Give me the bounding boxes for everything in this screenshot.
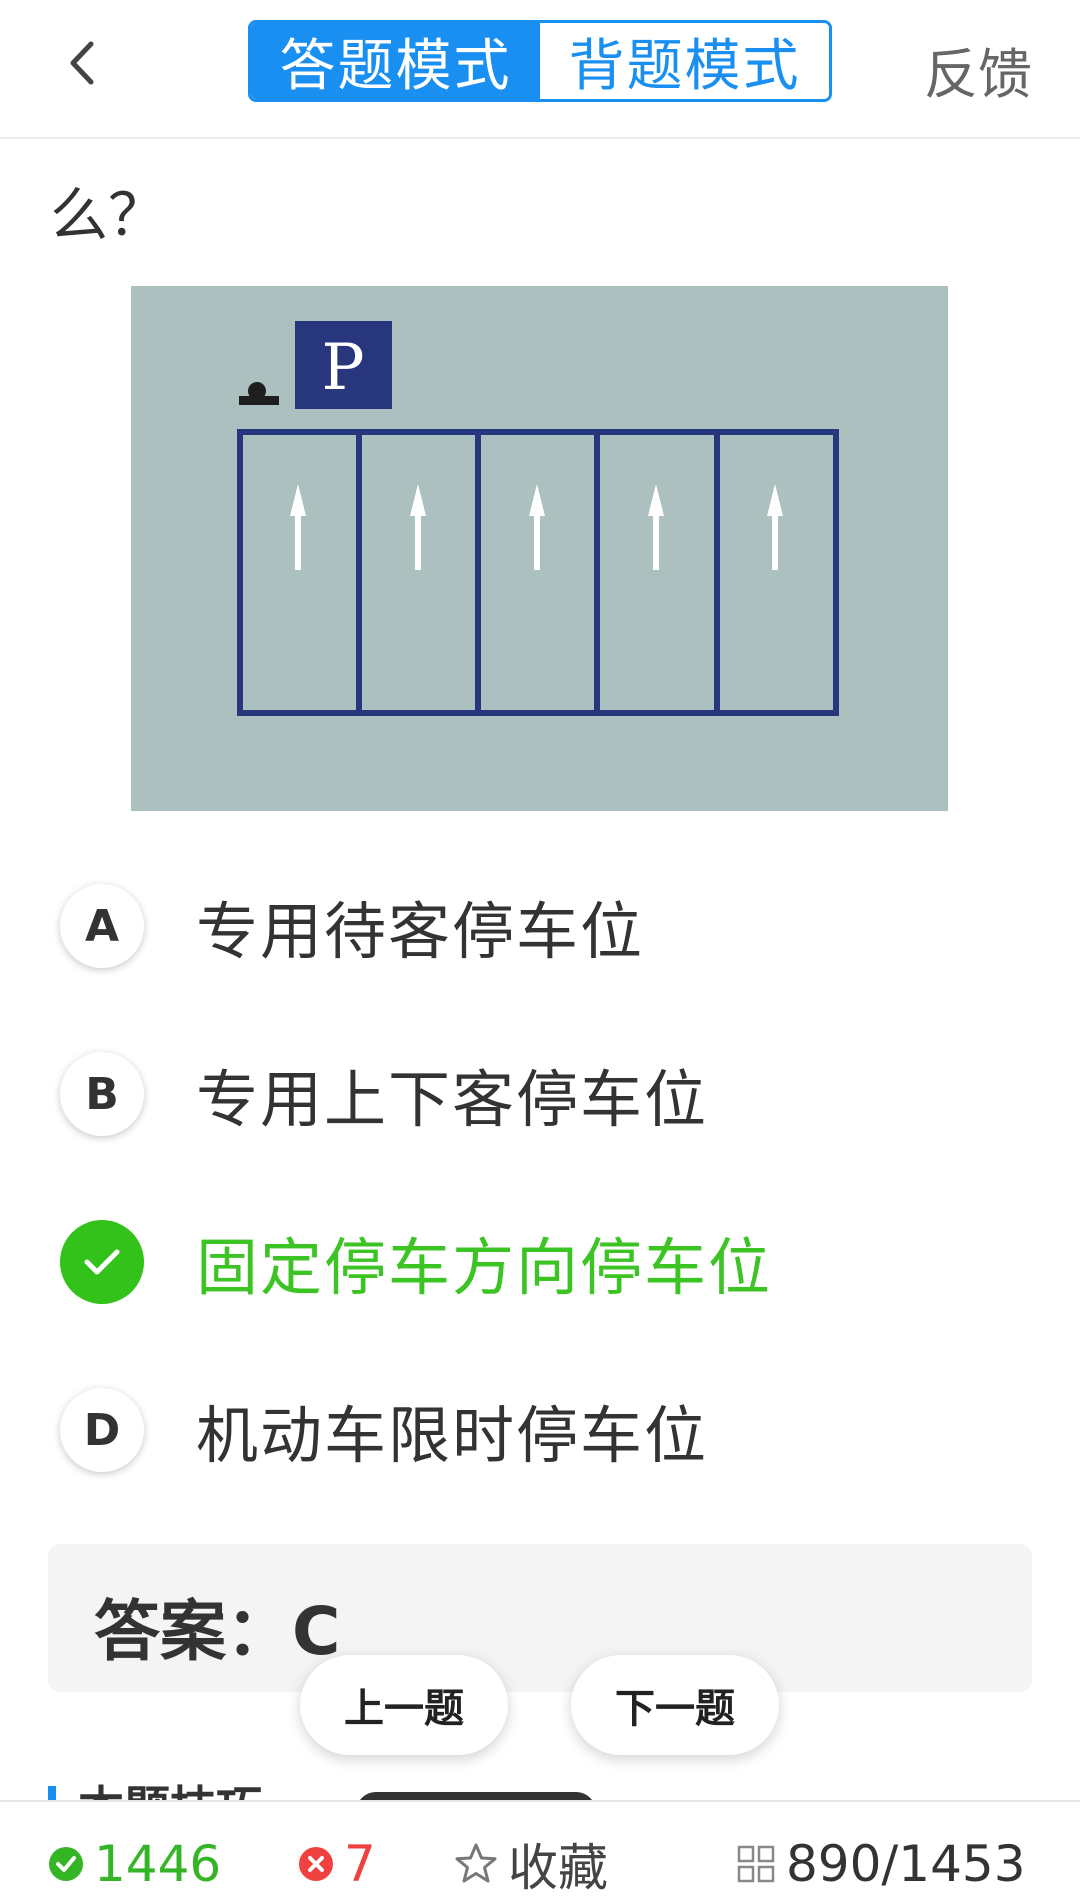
arrow-up-icon — [767, 484, 783, 570]
parking-sign-letter: P — [321, 331, 364, 405]
prev-question-button[interactable]: 上一题 — [300, 1655, 508, 1755]
top-bar: 答题模式 背题模式 反馈 — [0, 0, 1080, 139]
tab-review-mode[interactable]: 背题模式 — [540, 23, 829, 99]
next-question-button[interactable]: 下一题 — [571, 1655, 779, 1755]
wrong-circle-icon — [299, 1847, 333, 1881]
option-text: 专用上下客停车位 — [196, 1063, 709, 1136]
option-text: 机动车限时停车位 — [196, 1399, 709, 1472]
chevron-left-icon — [70, 41, 94, 85]
correct-count: 1446 — [94, 1835, 222, 1893]
option-badge-correct — [60, 1220, 144, 1304]
mode-switch: 答题模式 背题模式 — [248, 20, 832, 102]
back-button[interactable] — [48, 28, 118, 98]
progress-text: 890/1453 — [786, 1835, 1026, 1893]
section-pill — [356, 1792, 596, 1800]
answer-text: 答案：C — [94, 1593, 341, 1670]
feedback-button[interactable]: 反馈 — [924, 30, 1032, 109]
quiz-screen: 答题模式 背题模式 反馈 么？ P A 专用待客停车位 B 专用上下客停车位 固… — [0, 0, 1080, 1899]
arrow-up-icon — [290, 484, 306, 570]
correct-stat[interactable]: 1446 — [48, 1824, 221, 1899]
option-a[interactable]: A 专用待客停车位 — [60, 880, 1040, 972]
section-accent-bar — [48, 1786, 56, 1800]
check-circle-icon — [49, 1847, 83, 1881]
star-icon — [455, 1843, 497, 1883]
bottom-bar: 1446 7 收藏 890/1453 — [0, 1800, 1080, 1899]
grid-icon — [737, 1845, 775, 1883]
question-image: P — [131, 286, 948, 811]
wrong-count: 7 — [344, 1835, 376, 1893]
stall-outline — [237, 429, 839, 716]
arrow-up-icon — [410, 484, 426, 570]
section-title: 本题技巧 — [78, 1778, 262, 1800]
option-d[interactable]: D 机动车限时停车位 — [60, 1384, 1040, 1476]
tab-answer-mode[interactable]: 答题模式 — [251, 23, 540, 99]
bollard-icon — [239, 382, 279, 405]
option-badge: D — [60, 1388, 144, 1472]
arrow-up-icon — [648, 484, 664, 570]
favorite-button[interactable]: 收藏 — [454, 1824, 608, 1899]
arrow-up-icon — [529, 484, 545, 570]
parking-sign-icon: P — [295, 321, 392, 409]
wrong-stat[interactable]: 7 — [298, 1824, 376, 1899]
option-badge: B — [60, 1052, 144, 1136]
check-icon — [84, 1249, 120, 1275]
option-text: 固定停车方向停车位 — [196, 1231, 773, 1304]
option-text: 专用待客停车位 — [196, 895, 645, 968]
favorite-label: 收藏 — [508, 1839, 608, 1897]
answer-box: 答案：C — [48, 1544, 1032, 1692]
option-c[interactable]: 固定停车方向停车位 — [60, 1216, 1040, 1308]
tips-section-header: 本题技巧 — [48, 1778, 648, 1800]
question-text: 么？ — [50, 181, 167, 249]
parking-diagram: P — [237, 321, 839, 716]
option-badge: A — [60, 884, 144, 968]
option-b[interactable]: B 专用上下客停车位 — [60, 1048, 1040, 1140]
question-index-button[interactable]: 890/1453 — [736, 1824, 1026, 1899]
